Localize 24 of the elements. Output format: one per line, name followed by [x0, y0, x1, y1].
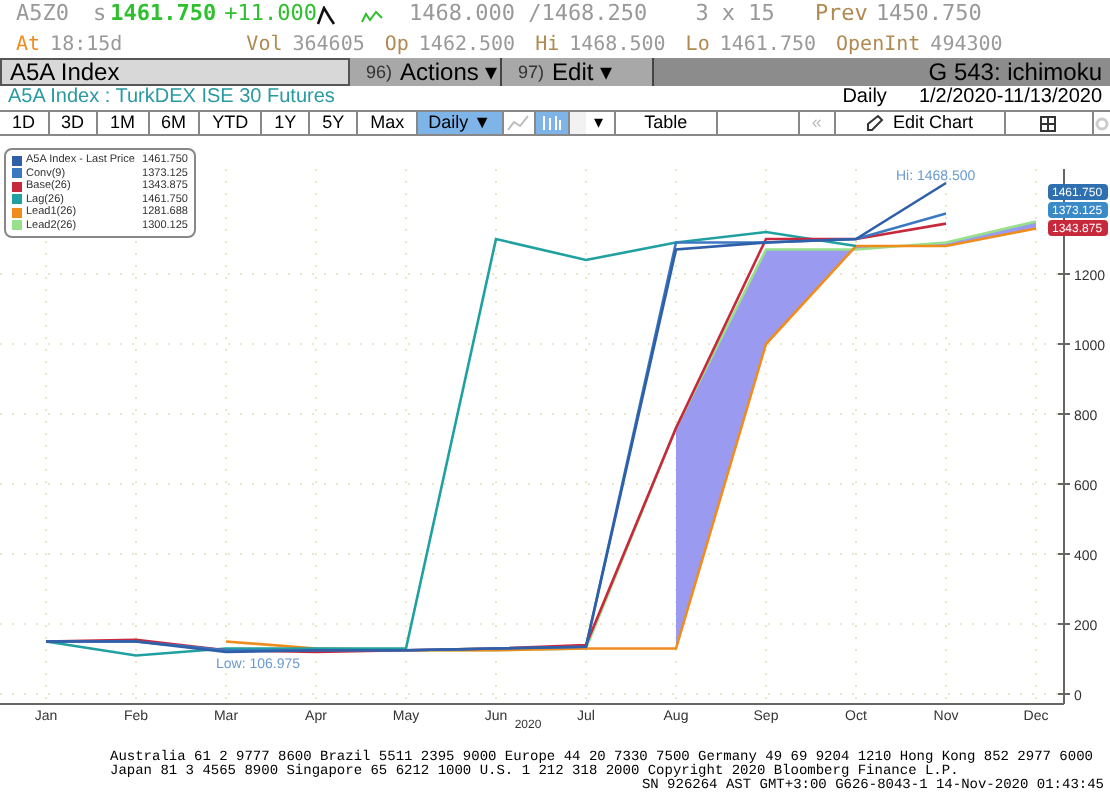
security-description: A5A Index : TurkDEX ISE 30 Futures: [8, 88, 335, 108]
price-change: +11.000: [224, 0, 317, 31]
stat-value: 1461.750: [719, 31, 817, 59]
tick-indicator: s: [93, 0, 107, 31]
prev-label: Prev: [814, 0, 868, 31]
stat-label: Lo: [685, 31, 710, 59]
function-title: G 543: ichimoku: [928, 60, 1104, 84]
stat-label: Vol: [246, 31, 283, 59]
stat-value: 1462.500: [418, 31, 516, 59]
bid-ask-size: 3 x 15: [695, 0, 775, 31]
stat-value: 1468.500: [569, 31, 666, 59]
last-price: 1461.750: [110, 0, 217, 31]
bid-ask: 1468.000 /1468.250: [408, 0, 648, 31]
stat-label: OpenInt: [836, 31, 921, 59]
prev-value: 1450.750: [875, 0, 982, 31]
ticker: A5Z0: [16, 0, 69, 31]
date-range: 1/2/2020-11/13/2020: [918, 88, 1102, 108]
stat-label: Hi: [535, 31, 560, 59]
stat-label: Op: [384, 31, 409, 59]
stat-value: 364605: [292, 31, 365, 59]
stat-value: 494300: [930, 31, 1003, 59]
stat-value: 18:15d: [50, 31, 123, 59]
stat-label: At: [16, 31, 41, 59]
frequency-label: Daily: [842, 88, 887, 108]
